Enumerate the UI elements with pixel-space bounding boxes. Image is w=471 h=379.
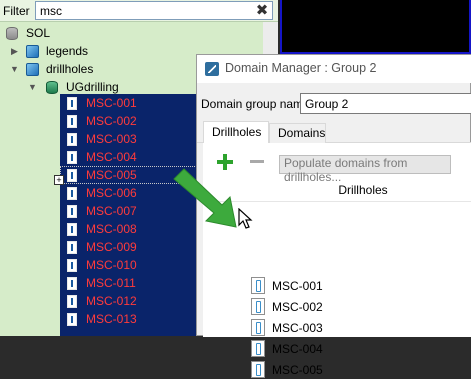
- drillhole-icon: [67, 115, 77, 128]
- drillhole-icon: [67, 295, 77, 308]
- drillhole-icon: [67, 313, 77, 326]
- tree-node-sol[interactable]: SOL: [6, 24, 126, 42]
- drillhole-icon: [251, 298, 265, 315]
- mouse-cursor-icon: [238, 208, 253, 229]
- drillhole-label: MSC-008: [86, 222, 137, 236]
- cube-icon: [26, 63, 39, 76]
- dialog-title: Domain Manager : Group 2: [225, 61, 377, 75]
- drillhole-icon: [67, 187, 77, 200]
- drillhole-label: MSC-013: [86, 312, 137, 326]
- collapse-arrow-icon[interactable]: ▼: [28, 78, 37, 96]
- domain-item-label: MSC-002: [272, 300, 323, 314]
- group-name-label: Domain group name: [201, 97, 310, 111]
- drillhole-icon: [67, 205, 77, 218]
- tree-node-label: drillholes: [46, 62, 94, 76]
- drillhole-label: MSC-012: [86, 294, 137, 308]
- filter-bar: Filter ✖: [0, 0, 278, 22]
- database-icon: [46, 81, 58, 94]
- drillhole-icon: [67, 133, 77, 146]
- drillhole-label: MSC-002: [86, 114, 137, 128]
- filter-label: Filter: [3, 4, 30, 18]
- expand-plus-icon[interactable]: +: [54, 175, 64, 185]
- drillhole-label: MSC-005: [86, 168, 137, 182]
- domain-drillhole-item[interactable]: MSC-001: [251, 277, 351, 295]
- domain-drillhole-item[interactable]: MSC-003: [251, 319, 351, 337]
- drillhole-icon: [67, 277, 77, 290]
- tree-node-label: SOL: [26, 26, 51, 40]
- drillhole-icon: [67, 223, 77, 236]
- drillhole-label: MSC-007: [86, 204, 137, 218]
- filter-input[interactable]: [35, 1, 273, 20]
- drillhole-label: MSC-011: [86, 276, 136, 290]
- group-name-input[interactable]: [300, 93, 471, 114]
- expand-arrow-icon[interactable]: ▶: [10, 42, 19, 60]
- drillhole-icon: [67, 241, 77, 254]
- cube-icon: [26, 45, 39, 58]
- drillhole-label: MSC-006: [86, 186, 137, 200]
- dialog-titlebar[interactable]: Domain Manager : Group 2: [197, 55, 471, 83]
- domain-drillhole-item[interactable]: MSC-005: [251, 361, 351, 379]
- domain-item-label: MSC-004: [272, 342, 323, 356]
- drillhole-icon: [251, 361, 265, 378]
- drillhole-icon: [251, 340, 265, 357]
- drillhole-icon: [251, 319, 265, 336]
- drillhole-label: MSC-001: [86, 96, 137, 110]
- drillhole-icon: [251, 277, 265, 294]
- domain-drillhole-item[interactable]: MSC-002: [251, 298, 351, 316]
- tab-domains[interactable]: Domains: [269, 123, 326, 143]
- domain-item-label: MSC-001: [272, 279, 323, 293]
- drillhole-icon: [67, 259, 77, 272]
- drillhole-label: MSC-004: [86, 150, 137, 164]
- drillhole-icon: [67, 169, 77, 182]
- tab-drillholes[interactable]: Drillholes: [203, 121, 269, 144]
- domain-item-label: MSC-005: [272, 363, 323, 377]
- drillhole-label: MSC-009: [86, 240, 137, 254]
- tree-node-drillholes[interactable]: ▼ drillholes: [10, 60, 150, 78]
- drillhole-icon: [67, 151, 77, 164]
- drillhole-icon: [67, 97, 77, 110]
- drillhole-label: MSC-003: [86, 132, 137, 146]
- drillholes-column-header: Drillholes: [338, 183, 388, 197]
- drillhole-label: MSC-010: [86, 258, 137, 272]
- database-icon: [6, 27, 18, 40]
- domain-drillhole-item[interactable]: MSC-004: [251, 340, 351, 358]
- remove-domain-button[interactable]: [247, 152, 267, 172]
- app-icon: [205, 62, 219, 76]
- tree-node-legends[interactable]: ▶ legends: [10, 42, 130, 60]
- clear-filter-icon[interactable]: ✖: [254, 3, 270, 19]
- populate-domains-button[interactable]: Populate domains from drillholes...: [279, 155, 451, 184]
- collapse-arrow-icon[interactable]: ▼: [10, 60, 19, 78]
- tree-node-label: legends: [46, 44, 89, 58]
- 3d-viewport[interactable]: [280, 0, 471, 54]
- tab-strip: Drillholes Domains: [197, 121, 471, 144]
- domain-item-label: MSC-003: [272, 321, 323, 335]
